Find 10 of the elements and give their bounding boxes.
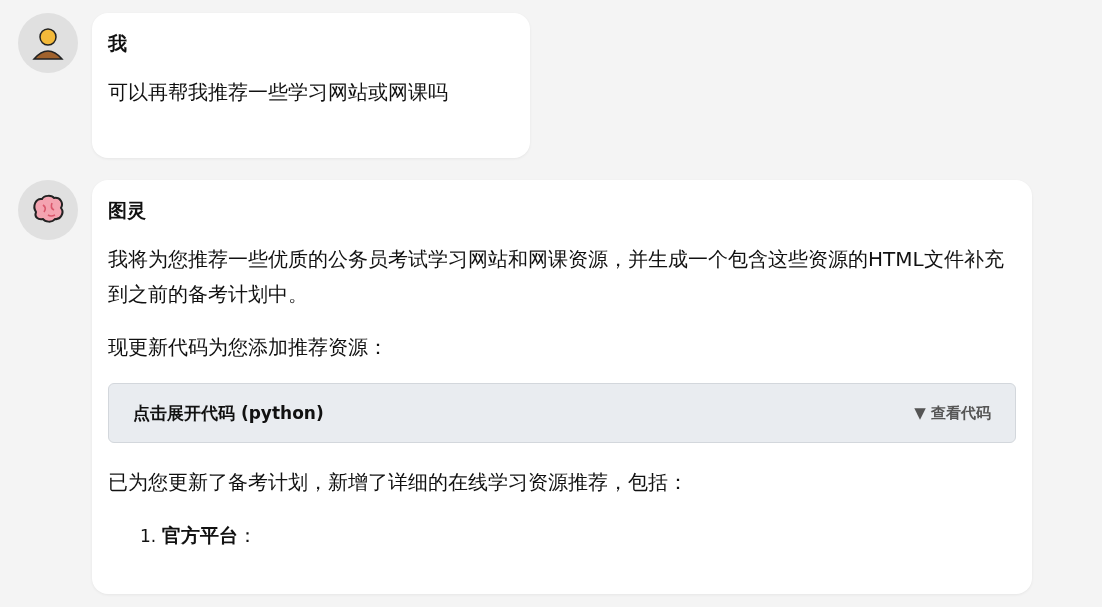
message-text: 现更新代码为您添加推荐资源： bbox=[108, 334, 389, 361]
sender-name: 我 bbox=[108, 31, 128, 56]
code-block-label: 点击展开代码 (python) bbox=[133, 401, 324, 425]
message-text: 已为您更新了备考计划，新增了详细的在线学习资源推荐，包括： bbox=[108, 469, 689, 496]
message-text: 我将为您推荐一些优质的公务员考试学习网站和网课资源，并生成一个包含这些资源的HTML文件补充到之前的备考计划中。 bbox=[108, 246, 1005, 308]
view-code-button[interactable]: ▼ 查看代码 bbox=[914, 401, 991, 425]
message-text: 可以再帮我推荐一些学习网站或网课吗 bbox=[108, 79, 449, 106]
sender-name: 图灵 bbox=[108, 198, 147, 223]
list-number: 1. bbox=[140, 525, 157, 548]
list-item-text: 官方平台： bbox=[162, 523, 258, 548]
